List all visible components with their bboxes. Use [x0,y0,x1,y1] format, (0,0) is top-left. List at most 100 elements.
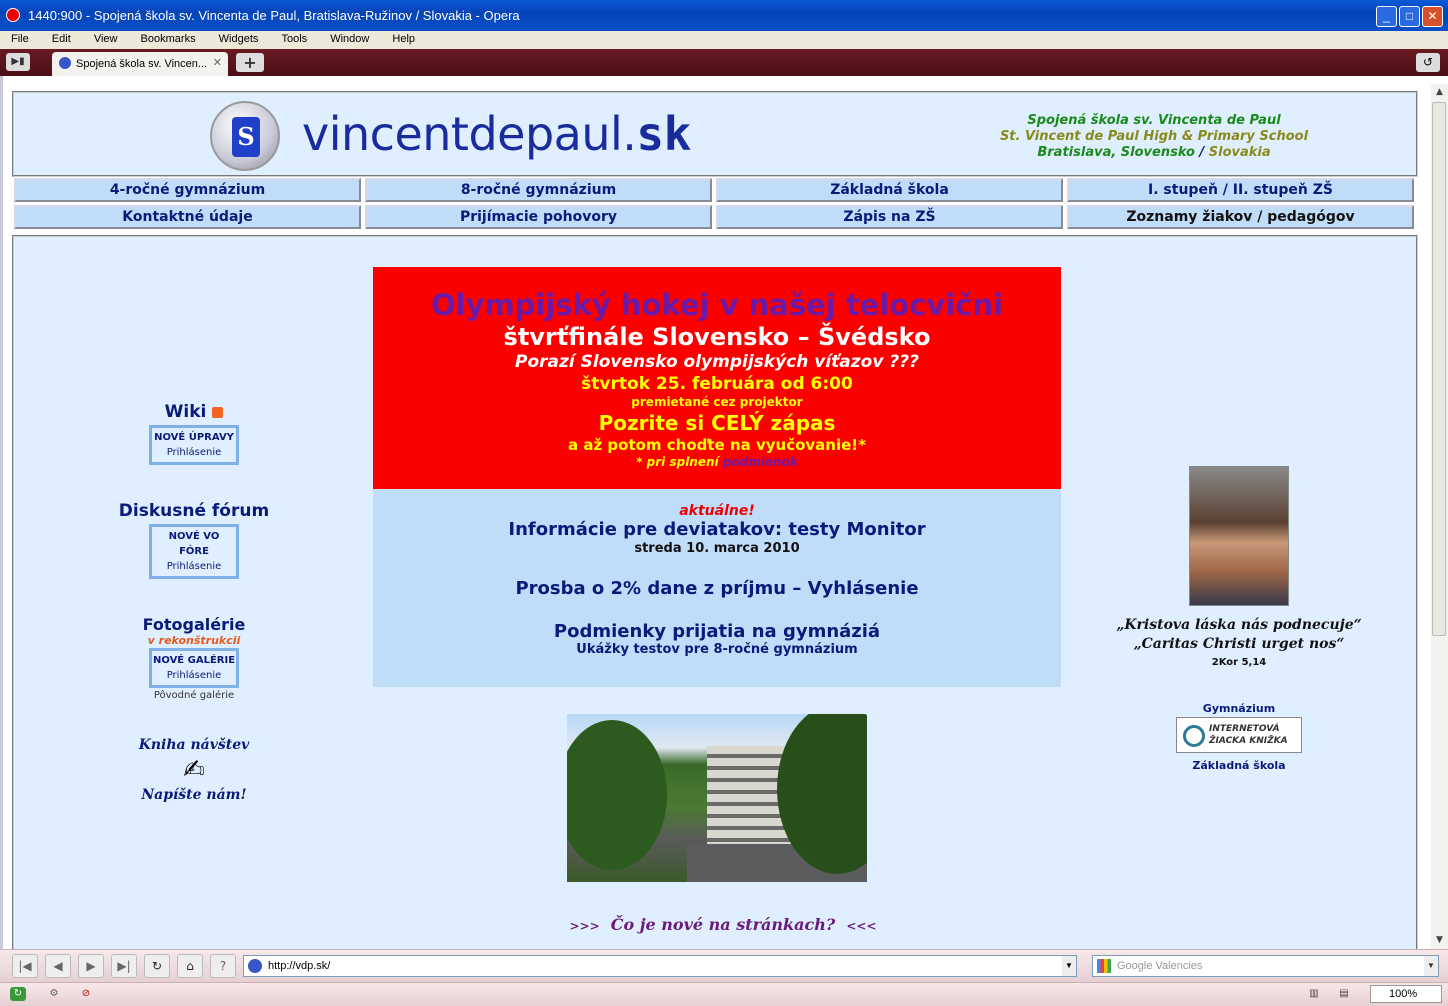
panel-toggle-icon[interactable]: ▶▮ [6,53,30,71]
scroll-down-icon[interactable]: ▼ [1431,932,1448,949]
banner-conditions-link[interactable]: podmienok [723,455,798,469]
menu-tools[interactable]: Tools [270,31,316,45]
scroll-up-icon[interactable]: ▲ [1431,84,1448,101]
tab-title: Spojená škola sv. Vincen... [76,58,208,70]
address-url: http://vdp.sk/ [268,960,331,972]
news-2percent-link[interactable]: Prosba o 2% dane z príjmu – Vyhlásenie [373,578,1061,599]
quote-sk: „Kristova láska nás podnecuje“ [1116,617,1362,633]
saint-vincent-portrait [1189,466,1289,606]
nav-zakladna-skola[interactable]: Základná škola [716,178,1063,202]
whats-new-arrows-right: <<< [846,919,877,933]
news-monitor-date: streda 10. marca 2010 [634,541,800,556]
nav-4-rocne-gymnazium[interactable]: 4-ročné gymnázium [14,178,361,202]
news-box: aktuálne! Informácie pre deviatakov: tes… [373,489,1061,687]
scrollbar-thumb[interactable] [1432,102,1446,636]
nav-prijimacie-pohovory[interactable]: Prijímacie pohovory [365,205,712,229]
panel-icon[interactable]: ▥ [1306,987,1322,1001]
wiki-login-link[interactable]: Prihlásenie [152,445,236,460]
tab-active[interactable]: Spojená škola sv. Vincen... ✕ [52,52,228,76]
school-building-photo [567,714,867,882]
nav-zapis-na-zs[interactable]: Zápis na ZŠ [716,205,1063,229]
guestbook-link[interactable]: Kniha návštev [114,737,274,753]
nav-8-rocne-gymnazium[interactable]: 8-ročné gymnázium [365,178,712,202]
new-tab-button[interactable]: + [236,53,264,72]
back-icon[interactable]: ◀ [45,954,71,978]
fast-forward-icon[interactable]: ▶| [111,954,137,978]
news-admission-link[interactable]: Podmienky prijatia na gymnáziá [373,621,1061,642]
location-en: Slovakia [1208,145,1271,160]
gallery-old-link[interactable]: Pôvodné galérie [114,690,274,701]
closed-tabs-icon[interactable]: ↺ [1416,53,1440,72]
nav-stupne-zs[interactable]: I. stupeň / II. stupeň ZŠ [1067,178,1414,202]
quill-icon[interactable]: ✍ [114,753,274,787]
quote-la: „Caritas Christi urget nos“ [1133,636,1345,652]
minimize-button[interactable]: _ [1376,6,1397,27]
menu-edit[interactable]: Edit [41,31,80,45]
zoom-value: 100% [1389,988,1418,1000]
zoom-control[interactable]: 100% [1370,985,1442,1003]
menu-widgets[interactable]: Widgets [208,31,268,45]
gallery-note: v rekonštrukcii [147,634,241,647]
school-logo-icon[interactable]: S [210,101,280,171]
address-dropdown-icon[interactable]: ▼ [1062,956,1076,976]
tab-close-icon[interactable]: ✕ [213,56,222,69]
status-bar: ↻ ⚙ ⊘ ▥ ▤ 100% [0,982,1448,1006]
guestbook-write-link[interactable]: Napíšte nám! [114,787,274,803]
forum-new-posts-link[interactable]: NOVÉ VO FÓRE [152,529,236,559]
site-favicon-icon [59,57,71,69]
gallery-link[interactable]: Fotogalérie [114,615,274,634]
hockey-banner[interactable]: Olympijský hokej v našej telocvični štvr… [373,267,1061,489]
rewind-icon[interactable]: |◀ [12,954,38,978]
wiki-new-edits-link[interactable]: NOVÉ ÚPRAVY [152,430,236,445]
opera-logo-icon [6,8,20,22]
left-sidebar: Wiki NOVÉ ÚPRAVY Prihlásenie Diskusné fó… [114,402,274,803]
menu-bookmarks[interactable]: Bookmarks [130,31,205,45]
stop-icon[interactable]: ⊘ [78,987,94,1001]
close-button[interactable]: ✕ [1422,6,1443,27]
site-header: S vincentdepaul.sk Spojená škola sv. Vin… [12,91,1418,177]
site-name-main: vincentdepaul. [302,107,637,161]
whats-new-link[interactable]: >>> Čo je nové na stránkach? <<< [473,915,973,934]
menu-bar: File Edit View Bookmarks Widgets Tools W… [0,31,1448,50]
content-area: Wiki NOVÉ ÚPRAVY Prihlásenie Diskusné fó… [12,235,1418,949]
gallery-new-link[interactable]: NOVÉ GALÉRIE [152,653,236,668]
whats-new-text: Čo je nové na stránkach? [610,915,836,934]
nav-zoznamy[interactable]: Zoznamy žiakov / pedagógov [1067,205,1414,229]
address-bar[interactable]: http://vdp.sk/ ▼ [243,955,1077,977]
forum-link[interactable]: Diskusné fórum [114,501,274,521]
forward-icon[interactable]: ▶ [78,954,104,978]
vertical-scrollbar[interactable]: ▲ ▼ [1431,84,1448,949]
menu-window[interactable]: Window [319,31,378,45]
turbo-icon[interactable]: ↻ [10,987,26,1001]
banner-projector: premietané cez projektor [631,395,803,409]
rss-icon[interactable] [212,406,224,418]
home-icon[interactable]: ⌂ [177,954,203,978]
gallery-login-link[interactable]: Prihlásenie [152,668,236,683]
news-sample-tests-link[interactable]: Ukážky testov pre 8-ročné gymnázium [373,642,1061,657]
maximize-button[interactable]: □ [1399,6,1420,27]
search-dropdown-icon[interactable]: ▼ [1424,956,1438,976]
wand-icon[interactable]: ? [210,954,236,978]
tab-bar: ▶▮ Spojená škola sv. Vincen... ✕ + ↺ [0,49,1448,76]
nav-kontaktne-udaje[interactable]: Kontaktné údaje [14,205,361,229]
view-icon[interactable]: ▤ [1336,987,1352,1001]
unite-icon[interactable]: ⚙ [46,987,62,1001]
ezk-gymnazium-link[interactable]: Gymnázium [1104,702,1374,715]
reload-icon[interactable]: ↻ [144,954,170,978]
ezk-zakladna-skola-link[interactable]: Základná škola [1104,759,1374,772]
wiki-link[interactable]: Wiki [165,402,207,422]
banner-date: štvrtok 25. februára od 6:00 [581,374,853,394]
photo-tree-left [567,720,667,870]
ezk-button[interactable]: INTERNETOVÁ ŽIACKA KNIŽKA [1176,717,1302,753]
menu-file[interactable]: File [0,31,38,45]
menu-help[interactable]: Help [381,31,424,45]
forum-login-link[interactable]: Prihlásenie [152,559,236,574]
web-page: S vincentdepaul.sk Spojená škola sv. Vin… [12,91,1420,949]
site-name[interactable]: vincentdepaul.sk [302,107,691,161]
menu-view[interactable]: View [83,31,127,45]
banner-question: Porazí Slovensko olympijských víťazov ??… [515,352,919,372]
school-name-en: St. Vincent de Paul High & Primary Schoo… [999,129,1309,144]
search-bar[interactable]: Google Valencies ▼ [1092,955,1439,977]
news-monitor-link[interactable]: Informácie pre deviatakov: testy Monitor [373,519,1061,541]
site-name-tld: sk [636,107,691,161]
